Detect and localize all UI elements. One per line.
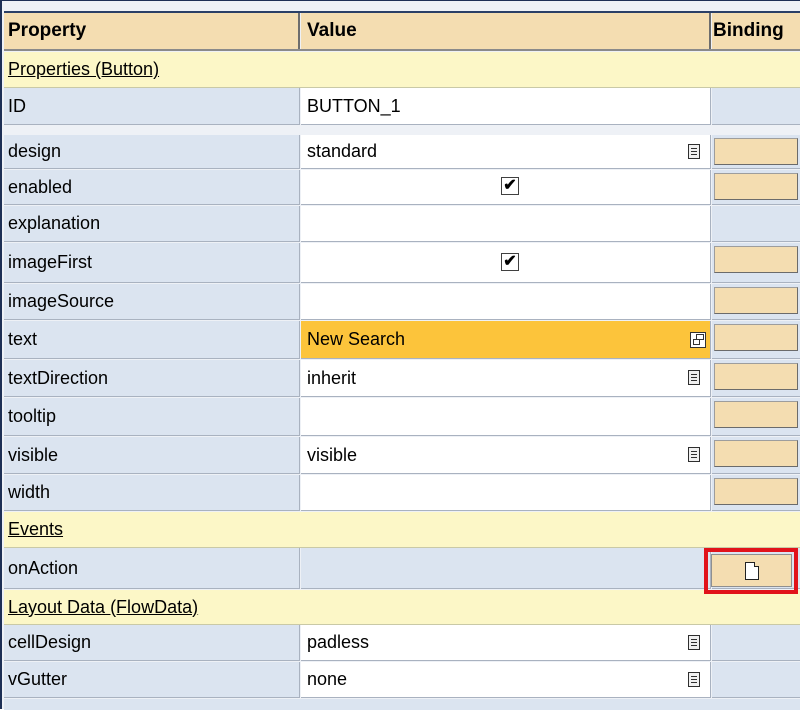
table-row: enabled ✔ (4, 170, 800, 205)
binding-cell (712, 475, 800, 511)
table-row: explanation (4, 206, 800, 242)
binding-cell (712, 437, 800, 474)
property-value[interactable] (301, 284, 711, 320)
property-name: width (4, 475, 300, 511)
event-name: onAction (4, 548, 300, 589)
property-value: ✔ (301, 170, 711, 205)
property-value: visible (307, 444, 358, 465)
binding-cell (712, 206, 800, 242)
property-value: New Search (307, 329, 406, 349)
table-row: cellDesign padless (4, 625, 800, 661)
binding-button[interactable] (714, 324, 798, 351)
binding-button[interactable] (714, 173, 798, 200)
property-name: design (4, 135, 300, 169)
property-value-select[interactable]: inherit (301, 360, 711, 397)
table-row: imageSource (4, 284, 800, 320)
column-header-value[interactable]: Value (301, 13, 711, 49)
table-row: vGutter none (4, 662, 800, 698)
property-value: none (307, 669, 348, 689)
binding-cell (712, 360, 800, 397)
table-row: visible visible (4, 437, 800, 474)
column-header-binding[interactable]: Binding (712, 13, 800, 49)
binding-button[interactable] (714, 440, 798, 467)
table-row: textDirection inherit (4, 360, 800, 397)
property-value: ✔ (301, 243, 711, 283)
property-value[interactable]: BUTTON_1 (301, 88, 711, 125)
property-name: cellDesign (4, 625, 300, 661)
dropdown-icon[interactable] (688, 143, 700, 159)
section-properties-label[interactable]: Properties (Button) (8, 52, 159, 87)
column-header-property[interactable]: Property (4, 13, 300, 49)
binding-cell (712, 243, 800, 283)
binding-cell (712, 625, 800, 661)
binding-cell (712, 88, 800, 125)
property-name: tooltip (4, 398, 300, 436)
table-row: width (4, 475, 800, 511)
property-name: imageSource (4, 284, 300, 320)
property-name: ID (4, 88, 300, 125)
dropdown-icon[interactable] (688, 671, 700, 687)
binding-button[interactable] (714, 287, 798, 314)
property-value[interactable] (301, 475, 711, 511)
property-value-select[interactable]: padless (301, 625, 711, 661)
property-name: enabled (4, 170, 300, 205)
property-name: visible (4, 437, 300, 474)
section-events[interactable]: Events (4, 512, 800, 548)
binding-cell (712, 170, 800, 205)
binding-cell (712, 321, 800, 359)
checkbox-checked-icon[interactable]: ✔ (501, 177, 519, 195)
binding-cell (712, 135, 800, 169)
property-value-select[interactable]: standard (301, 135, 711, 169)
property-value: padless (307, 632, 370, 652)
section-properties[interactable]: Properties (Button) (4, 52, 800, 88)
table-row: design standard (4, 135, 800, 169)
table-row: imageFirst ✔ (4, 243, 800, 283)
section-events-label[interactable]: Events (8, 512, 63, 547)
property-value-select[interactable]: none (301, 662, 711, 698)
binding-button[interactable] (714, 138, 798, 165)
popup-window-icon[interactable] (690, 331, 706, 348)
checkbox-checked-icon[interactable]: ✔ (501, 252, 519, 271)
property-value[interactable] (301, 398, 711, 436)
property-value[interactable] (301, 206, 711, 242)
table-header: Property Value Binding (4, 13, 800, 49)
property-name: text (4, 321, 300, 359)
property-value-selected[interactable]: New Search (301, 321, 711, 359)
event-value (301, 548, 711, 589)
dropdown-icon[interactable] (688, 634, 700, 650)
property-editor: Property Value Binding Properties (Butto… (0, 0, 800, 710)
table-bottom-filler (4, 699, 800, 710)
table-row: onAction (4, 548, 800, 589)
property-name: explanation (4, 206, 300, 242)
property-name: imageFirst (4, 243, 300, 283)
property-value-select[interactable]: visible (301, 437, 711, 474)
section-layout-data[interactable]: Layout Data (FlowData) (4, 590, 800, 625)
dropdown-icon[interactable] (688, 370, 700, 385)
section-layout-data-label[interactable]: Layout Data (FlowData) (8, 590, 198, 624)
binding-cell (712, 662, 800, 698)
header-bottom-border (4, 49, 800, 51)
table-row: tooltip (4, 398, 800, 436)
property-name: textDirection (4, 360, 300, 397)
binding-button[interactable] (714, 478, 798, 505)
binding-button[interactable] (714, 363, 798, 390)
property-value: inherit (307, 367, 357, 388)
property-name: vGutter (4, 662, 300, 698)
dropdown-icon[interactable] (688, 447, 700, 462)
table-row: ID BUTTON_1 (4, 88, 800, 125)
binding-button[interactable] (714, 246, 798, 273)
highlight-box (704, 548, 798, 594)
binding-cell (712, 398, 800, 436)
binding-cell (712, 284, 800, 320)
table-row: text New Search (4, 321, 800, 359)
binding-button[interactable] (714, 401, 798, 428)
property-value: standard (307, 141, 378, 161)
